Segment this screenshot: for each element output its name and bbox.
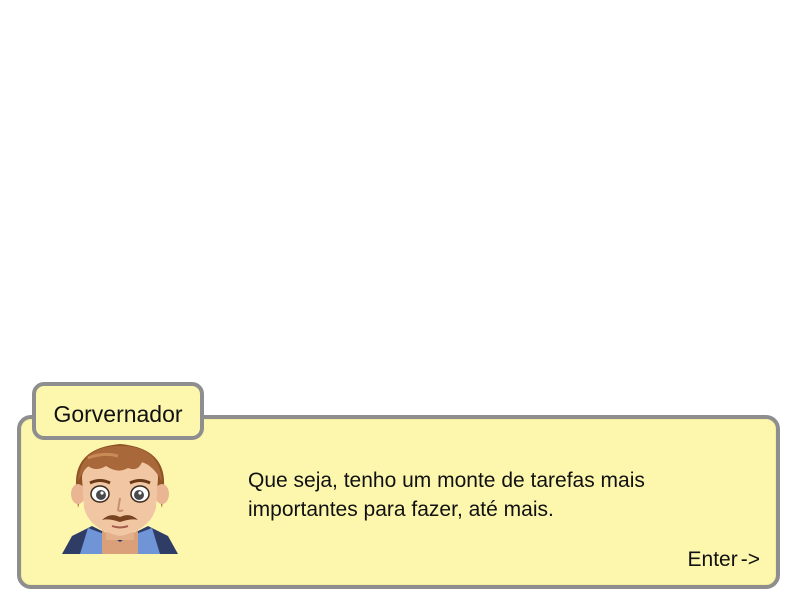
dialog-line-1: Que seja, tenho um monte de tarefas mais bbox=[248, 469, 645, 492]
dialog-message: Que seja, tenho um monte de tarefas mais… bbox=[248, 466, 748, 524]
governor-face-icon bbox=[62, 444, 178, 554]
speaker-name-tag: Gorvernador bbox=[32, 382, 204, 440]
dialog-line-2: importantes para fazer, até mais. bbox=[248, 498, 554, 521]
speaker-name: Gorvernador bbox=[53, 401, 183, 427]
continue-arrow-icon: -> bbox=[740, 548, 760, 571]
continue-label: Enter bbox=[687, 548, 738, 571]
character-portrait bbox=[58, 438, 182, 554]
continue-prompt[interactable]: Enter -> bbox=[688, 548, 760, 572]
